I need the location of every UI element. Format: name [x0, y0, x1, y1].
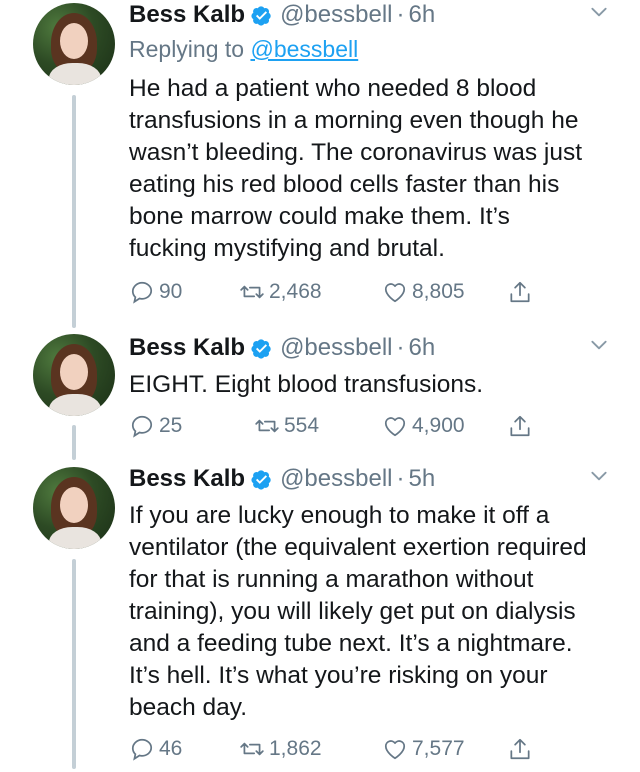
replying-to-label: Replying to [129, 36, 251, 62]
author-name[interactable]: Bess Kalb [129, 465, 245, 493]
share-icon [510, 281, 530, 303]
reply-button[interactable]: 90 [129, 279, 182, 305]
chevron-down-icon[interactable] [589, 466, 609, 486]
retweet-count: 2,468 [269, 280, 322, 303]
share-button[interactable] [507, 413, 537, 439]
retweet-button[interactable]: 554 [254, 413, 319, 439]
tweet-3-content: Bess Kalb @bessbell · 5h If you are luck… [129, 464, 609, 772]
tweet-3[interactable]: Bess Kalb @bessbell · 5h If you are luck… [0, 464, 640, 769]
like-button[interactable]: 4,900 [382, 413, 465, 439]
reply-icon [131, 415, 153, 438]
tweet-header: Bess Kalb @bessbell · 5h [129, 464, 609, 494]
tweet-actions: 46 1,862 7,577 [129, 736, 609, 772]
share-button[interactable] [507, 736, 537, 762]
thread-connector-line [72, 425, 76, 460]
separator-dot: · [396, 334, 405, 361]
reply-count: 90 [159, 280, 183, 303]
author-handle[interactable]: @bessbell [280, 1, 392, 29]
like-button[interactable]: 7,577 [382, 736, 465, 762]
like-count: 7,577 [412, 737, 465, 760]
heart-icon [384, 417, 406, 437]
retweet-button[interactable]: 1,862 [239, 736, 322, 762]
replying-to: Replying to @bessbell [129, 36, 609, 63]
verified-badge-icon [251, 469, 271, 490]
share-icon [510, 738, 530, 760]
like-button[interactable]: 8,805 [382, 279, 465, 305]
avatar[interactable] [33, 334, 115, 416]
tweet-header: Bess Kalb @bessbell · 6h [129, 0, 609, 30]
tweet-text: EIGHT. Eight blood transfusions. [129, 371, 484, 398]
verified-badge-icon [251, 5, 271, 26]
reply-count: 46 [159, 737, 183, 760]
retweet-count: 1,862 [269, 737, 322, 760]
reply-icon [131, 281, 153, 304]
thread-connector-line [72, 95, 76, 328]
like-count: 4,900 [412, 414, 465, 437]
heart-icon [384, 283, 406, 303]
tweet-header: Bess Kalb @bessbell · 6h [129, 333, 609, 363]
tweet-2-content: Bess Kalb @bessbell · 6h EIGHT. Eight bl… [129, 333, 609, 449]
like-count: 8,805 [412, 280, 465, 303]
retweet-count: 554 [284, 414, 320, 437]
avatar[interactable] [33, 3, 115, 85]
verified-badge-icon [251, 338, 271, 359]
timestamp[interactable]: 5h [408, 465, 435, 493]
author-name[interactable]: Bess Kalb [129, 334, 245, 362]
chevron-down-icon[interactable] [589, 2, 609, 22]
tweet-actions: 25 554 4,900 [129, 413, 609, 449]
separator-dot: · [396, 465, 405, 492]
author-name[interactable]: Bess Kalb [129, 1, 245, 29]
tweet-1-content: Bess Kalb @bessbell · 6h Replying to @be… [129, 0, 609, 315]
author-handle[interactable]: @bessbell [280, 334, 392, 362]
chevron-down-icon[interactable] [589, 335, 609, 355]
reply-button[interactable]: 25 [129, 413, 182, 439]
tweet-text: He had a patient who needed 8 blood tran… [129, 75, 583, 262]
tweet-actions: 90 2,468 8,805 [129, 279, 609, 315]
reply-button[interactable]: 46 [129, 736, 182, 762]
author-handle[interactable]: @bessbell [280, 465, 392, 493]
replying-to-handle-link[interactable]: @bessbell [250, 36, 358, 62]
tweet-2[interactable]: Bess Kalb @bessbell · 6h EIGHT. Eight bl… [0, 333, 640, 460]
share-button[interactable] [507, 279, 537, 305]
retweet-icon [240, 285, 264, 299]
tweet-1[interactable]: Bess Kalb @bessbell · 6h Replying to @be… [0, 0, 640, 330]
retweet-icon [240, 742, 264, 756]
thread-connector-line [72, 559, 76, 769]
tweet-text: If you are lucky enough to make it off a… [129, 502, 587, 721]
separator-dot: · [396, 1, 405, 28]
avatar[interactable] [33, 467, 115, 549]
tweet-thread: Bess Kalb @bessbell · 6h Replying to @be… [0, 0, 640, 769]
share-icon [510, 415, 530, 437]
timestamp[interactable]: 6h [408, 334, 435, 362]
timestamp[interactable]: 6h [408, 1, 435, 29]
heart-icon [384, 740, 406, 760]
retweet-icon [255, 419, 279, 433]
retweet-button[interactable]: 2,468 [239, 279, 322, 305]
reply-icon [131, 738, 153, 761]
reply-count: 25 [159, 414, 183, 437]
